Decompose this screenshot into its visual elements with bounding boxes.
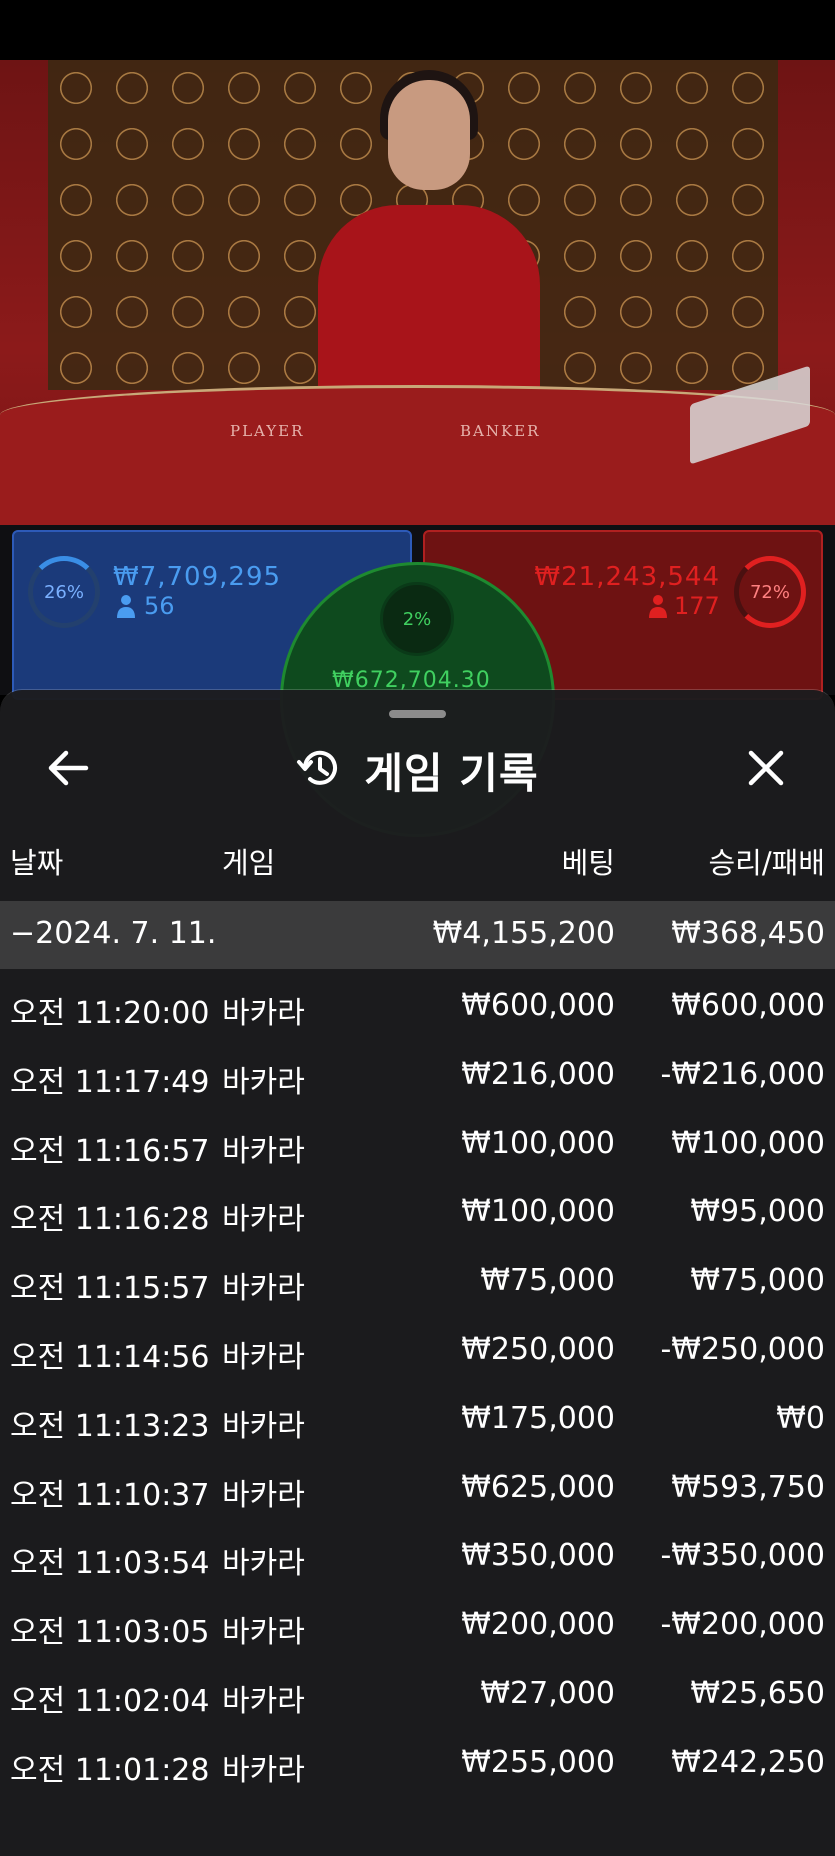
row-time: 오전 11:03:05 <box>10 1615 210 1651</box>
row-result: -₩200,000 <box>660 1607 825 1643</box>
history-icon <box>296 745 342 795</box>
row-result: -₩350,000 <box>660 1538 825 1574</box>
row-game: 바카라 <box>222 1477 305 1513</box>
row-bet: ₩75,000 <box>480 1263 615 1299</box>
page-title: 게임 기록 <box>364 748 539 798</box>
column-header-date: 날짜 <box>10 846 64 880</box>
column-header-result: 승리/패배 <box>708 846 826 880</box>
history-row[interactable]: 오전 11:17:49 바카라 ₩216,000 -₩216,000 <box>0 1038 835 1107</box>
row-bet: ₩175,000 <box>461 1400 615 1436</box>
row-time: 오전 11:16:28 <box>10 1202 210 1238</box>
banker-bet-amount: ₩21,243,544 <box>534 562 720 592</box>
row-game: 바카라 <box>222 1202 305 1238</box>
player-bettor-count: 56 <box>144 592 175 620</box>
row-bet: ₩100,000 <box>461 1194 615 1230</box>
tie-percent-ring: 2% <box>380 582 454 656</box>
row-game: 바카라 <box>222 1271 305 1307</box>
day-summary-row[interactable]: −2024. 7. 11. ₩4,155,200 ₩368,450 <box>0 901 835 969</box>
player-percent-ring: 26% <box>28 556 100 628</box>
row-bet: ₩27,000 <box>480 1675 615 1711</box>
player-percent: 26% <box>43 581 84 603</box>
history-row[interactable]: 오전 11:14:56 바카라 ₩250,000 -₩250,000 <box>0 1313 835 1382</box>
row-result: ₩100,000 <box>671 1125 825 1161</box>
close-button[interactable] <box>738 742 794 798</box>
row-bet: ₩216,000 <box>461 1056 615 1092</box>
history-list: 오전 11:20:00 바카라 ₩600,000 ₩600,000 오전 11:… <box>0 969 835 1795</box>
sheet-header: 게임 기록 <box>0 740 835 800</box>
row-result: ₩0 <box>776 1400 825 1436</box>
banker-percent: 72% <box>749 581 790 603</box>
user-icon <box>648 594 668 622</box>
table-label-banker: BANKER <box>460 422 541 440</box>
row-time: 오전 11:01:28 <box>10 1752 210 1788</box>
history-row[interactable]: 오전 11:20:00 바카라 ₩600,000 ₩600,000 <box>0 969 835 1038</box>
table-header: 날짜 게임 베팅 승리/패배 <box>0 840 835 890</box>
history-row[interactable]: 오전 11:15:57 바카라 ₩75,000 ₩75,000 <box>0 1244 835 1313</box>
row-time: 오전 11:03:54 <box>10 1546 210 1582</box>
row-game: 바카라 <box>222 1683 305 1719</box>
history-row[interactable]: 오전 11:16:57 바카라 ₩100,000 ₩100,000 <box>0 1107 835 1176</box>
row-time: 오전 11:10:37 <box>10 1477 210 1513</box>
row-bet: ₩200,000 <box>461 1607 615 1643</box>
row-game: 바카라 <box>222 1752 305 1788</box>
history-row[interactable]: 오전 11:13:23 바카라 ₩175,000 ₩0 <box>0 1382 835 1451</box>
row-result: ₩593,750 <box>671 1469 825 1505</box>
row-bet: ₩100,000 <box>461 1125 615 1161</box>
row-bet: ₩625,000 <box>461 1469 615 1505</box>
row-time: 오전 11:14:56 <box>10 1339 210 1375</box>
history-row[interactable]: 오전 11:02:04 바카라 ₩27,000 ₩25,650 <box>0 1657 835 1726</box>
row-time: 오전 11:20:00 <box>10 996 210 1031</box>
sheet-drag-handle[interactable] <box>389 710 446 718</box>
dealer-face <box>388 80 470 190</box>
row-result: ₩25,650 <box>690 1675 825 1711</box>
column-header-game: 게임 <box>222 846 276 880</box>
dealer-body <box>318 205 540 405</box>
tie-percent: 2% <box>402 608 432 630</box>
history-row[interactable]: 오전 11:01:28 바카라 ₩255,000 ₩242,250 <box>0 1726 835 1795</box>
row-game: 바카라 <box>222 1546 305 1582</box>
row-game: 바카라 <box>222 1133 305 1169</box>
column-header-bet: 베팅 <box>561 846 615 880</box>
row-result: -₩250,000 <box>660 1331 825 1367</box>
history-row[interactable]: 오전 11:16:28 바카라 ₩100,000 ₩95,000 <box>0 1175 835 1244</box>
day-summary-bet: ₩4,155,200 <box>432 916 615 951</box>
row-bet: ₩250,000 <box>461 1331 615 1367</box>
day-summary-date: −2024. 7. 11. <box>10 916 217 951</box>
row-game: 바카라 <box>222 996 305 1031</box>
row-game: 바카라 <box>222 1615 305 1651</box>
row-time: 오전 11:16:57 <box>10 1133 210 1169</box>
row-result: ₩242,250 <box>671 1744 825 1780</box>
row-result: ₩75,000 <box>690 1263 825 1299</box>
row-time: 오전 11:17:49 <box>10 1064 210 1100</box>
table-label-player: PLAYER <box>230 422 305 440</box>
row-time: 오전 11:15:57 <box>10 1271 210 1307</box>
row-game: 바카라 <box>222 1339 305 1375</box>
history-row[interactable]: 오전 11:03:54 바카라 ₩350,000 -₩350,000 <box>0 1519 835 1588</box>
history-row[interactable]: 오전 11:03:05 바카라 ₩200,000 -₩200,000 <box>0 1588 835 1657</box>
player-bet-amount: ₩7,709,295 <box>113 562 282 592</box>
row-result: -₩216,000 <box>660 1056 825 1092</box>
day-summary-result: ₩368,450 <box>671 916 825 951</box>
row-game: 바카라 <box>222 1408 305 1444</box>
user-icon <box>116 594 136 622</box>
banker-percent-ring: 72% <box>734 556 806 628</box>
row-bet: ₩600,000 <box>461 988 615 1023</box>
row-result: ₩95,000 <box>690 1194 825 1230</box>
row-time: 오전 11:02:04 <box>10 1683 210 1719</box>
row-bet: ₩255,000 <box>461 1744 615 1780</box>
banker-bettor-count: 177 <box>674 592 720 620</box>
game-history-sheet: 게임 기록 날짜 게임 베팅 승리/패배 −2024. 7. 11. ₩4,15… <box>0 690 835 1856</box>
history-row[interactable]: 오전 11:10:37 바카라 ₩625,000 ₩593,750 <box>0 1451 835 1520</box>
row-result: ₩600,000 <box>671 988 825 1023</box>
row-bet: ₩350,000 <box>461 1538 615 1574</box>
row-time: 오전 11:13:23 <box>10 1408 210 1444</box>
close-icon <box>746 748 786 792</box>
status-bar <box>0 0 835 60</box>
row-game: 바카라 <box>222 1064 305 1100</box>
